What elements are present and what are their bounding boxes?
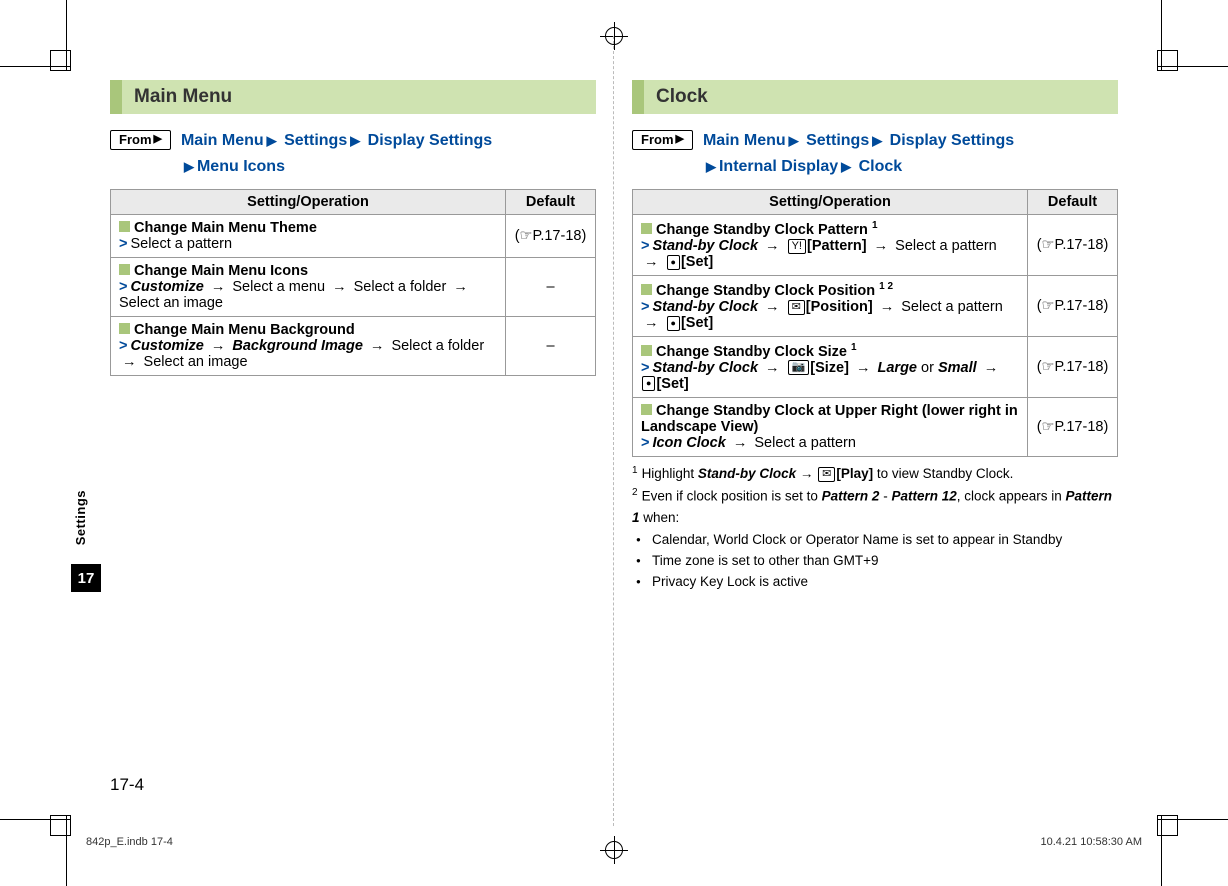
row-title: Change Standby Clock Pattern 1 bbox=[656, 222, 878, 238]
table-row: Change Main Menu Icons >Customize → Sele… bbox=[111, 258, 596, 317]
footnote-text: Even if clock position is set to Pattern… bbox=[632, 489, 1112, 525]
breadcrumb-trail: Main Menu▶ Settings▶ Display Settings ▶I… bbox=[703, 128, 1014, 179]
footnotes: 1Highlight Stand-by Clock → ✉[Play] to v… bbox=[632, 463, 1118, 594]
row-default: (☞P.17-18) bbox=[1028, 215, 1118, 276]
bullet-icon bbox=[641, 345, 652, 356]
from-label: From▶ bbox=[110, 130, 171, 150]
column-main-menu: Main Menu From▶ Main Menu▶ Settings▶ Dis… bbox=[110, 80, 596, 593]
bullet-icon bbox=[641, 284, 652, 295]
column-clock: Clock From▶ Main Menu▶ Settings▶ Display… bbox=[632, 80, 1118, 593]
side-tab-label: Settings bbox=[73, 490, 88, 545]
table-row: Change Standby Clock Pattern 1 >Stand-by… bbox=[633, 215, 1118, 276]
breadcrumb-trail: Main Menu▶ Settings▶ Display Settings ▶M… bbox=[181, 128, 492, 179]
th-default: Default bbox=[1028, 190, 1118, 215]
from-label-text: From bbox=[641, 130, 674, 151]
row-default: (☞P.17-18) bbox=[1028, 336, 1118, 397]
bullet-icon bbox=[641, 223, 652, 234]
row-title: Change Main Menu Icons bbox=[134, 263, 308, 279]
footnote-bullets: Calendar, World Clock or Operator Name i… bbox=[632, 530, 1118, 593]
row-default: (☞P.17-18) bbox=[506, 215, 596, 258]
from-label-text: From bbox=[119, 130, 152, 151]
bullet-icon bbox=[119, 323, 130, 334]
breadcrumb: From▶ Main Menu▶ Settings▶ Display Setti… bbox=[110, 128, 596, 179]
page-number: 17-4 bbox=[110, 775, 144, 795]
chevron-icon: > bbox=[119, 236, 127, 252]
crumb: Main Menu bbox=[181, 132, 264, 149]
play-icon: ▶ bbox=[154, 131, 162, 149]
list-item: Time zone is set to other than GMT+9 bbox=[646, 551, 1118, 572]
row-default: – bbox=[506, 258, 596, 317]
chevron-icon: > bbox=[119, 279, 127, 295]
footnote-text: Highlight Stand-by Clock → ✉[Play] to vi… bbox=[642, 466, 1014, 481]
crumb: Internal Display bbox=[719, 158, 838, 175]
list-item: Privacy Key Lock is active bbox=[646, 572, 1118, 593]
registration-mark bbox=[600, 836, 628, 864]
table-row: Change Main Menu Background >Customize →… bbox=[111, 317, 596, 376]
th-setting: Setting/Operation bbox=[633, 190, 1028, 215]
row-title: Change Main Menu Background bbox=[134, 322, 355, 338]
bullet-icon bbox=[119, 221, 130, 232]
crop-mark bbox=[1157, 815, 1178, 836]
crumb: Main Menu bbox=[703, 132, 786, 149]
footer-right: 10.4.21 10:58:30 AM bbox=[1040, 836, 1142, 848]
row-steps: Stand-by Clock → Y![Pattern] → Select a … bbox=[641, 238, 997, 270]
table-row: Change Main Menu Theme >Select a pattern… bbox=[111, 215, 596, 258]
row-title: Change Standby Clock Position 1 2 bbox=[656, 283, 893, 299]
crumb: Display Settings bbox=[890, 132, 1014, 149]
row-steps: Select a pattern bbox=[130, 236, 232, 252]
table-row: Change Standby Clock Size 1 >Stand-by Cl… bbox=[633, 336, 1118, 397]
page-content: Main Menu From▶ Main Menu▶ Settings▶ Dis… bbox=[110, 80, 1118, 804]
crumb: Settings bbox=[806, 132, 869, 149]
play-icon: ▶ bbox=[676, 131, 684, 149]
section-heading-main-menu: Main Menu bbox=[110, 80, 596, 114]
settings-table-main-menu: Setting/Operation Default Change Main Me… bbox=[110, 189, 596, 376]
list-item: Calendar, World Clock or Operator Name i… bbox=[646, 530, 1118, 551]
crumb: Display Settings bbox=[368, 132, 492, 149]
crumb: Clock bbox=[859, 158, 903, 175]
row-steps: Customize → Background Image → Select a … bbox=[119, 338, 484, 370]
row-title: Change Standby Clock Size 1 bbox=[656, 344, 857, 360]
section-heading-clock: Clock bbox=[632, 80, 1118, 114]
row-default: (☞P.17-18) bbox=[1028, 276, 1118, 337]
from-label: From▶ bbox=[632, 130, 693, 150]
crop-mark bbox=[50, 50, 71, 71]
row-steps: Icon Clock → Select a pattern bbox=[652, 435, 855, 451]
row-default: – bbox=[506, 317, 596, 376]
bullet-icon bbox=[119, 264, 130, 275]
registration-mark bbox=[600, 22, 628, 50]
crumb: Settings bbox=[284, 132, 347, 149]
chapter-number-badge: 17 bbox=[71, 564, 101, 592]
chevron-icon: > bbox=[641, 360, 649, 376]
chevron-icon: > bbox=[119, 338, 127, 354]
crop-mark bbox=[1157, 50, 1178, 71]
settings-table-clock: Setting/Operation Default Change Standby… bbox=[632, 189, 1118, 456]
footer-left: 842p_E.indb 17-4 bbox=[86, 836, 173, 848]
crop-mark bbox=[50, 815, 71, 836]
chevron-icon: > bbox=[641, 299, 649, 315]
crumb: Menu Icons bbox=[197, 158, 285, 175]
row-steps: Stand-by Clock → ✉[Position] → Select a … bbox=[641, 299, 1003, 331]
bullet-icon bbox=[641, 404, 652, 415]
table-row: Change Standby Clock Position 1 2 >Stand… bbox=[633, 276, 1118, 337]
th-default: Default bbox=[506, 190, 596, 215]
row-steps: Stand-by Clock → 📷[Size] → Large or Smal… bbox=[641, 360, 1001, 392]
breadcrumb: From▶ Main Menu▶ Settings▶ Display Setti… bbox=[632, 128, 1118, 179]
footnote-1: 1Highlight Stand-by Clock → ✉[Play] to v… bbox=[632, 463, 1118, 485]
row-title: Change Main Menu Theme bbox=[134, 220, 317, 236]
th-setting: Setting/Operation bbox=[111, 190, 506, 215]
row-default: (☞P.17-18) bbox=[1028, 397, 1118, 456]
table-row: Change Standby Clock at Upper Right (low… bbox=[633, 397, 1118, 456]
chevron-icon: > bbox=[641, 435, 649, 451]
chevron-icon: > bbox=[641, 238, 649, 254]
row-title: Change Standby Clock at Upper Right (low… bbox=[641, 403, 1018, 435]
row-steps: Customize → Select a menu → Select a fol… bbox=[119, 279, 471, 311]
footnote-2: 2Even if clock position is set to Patter… bbox=[632, 485, 1118, 528]
